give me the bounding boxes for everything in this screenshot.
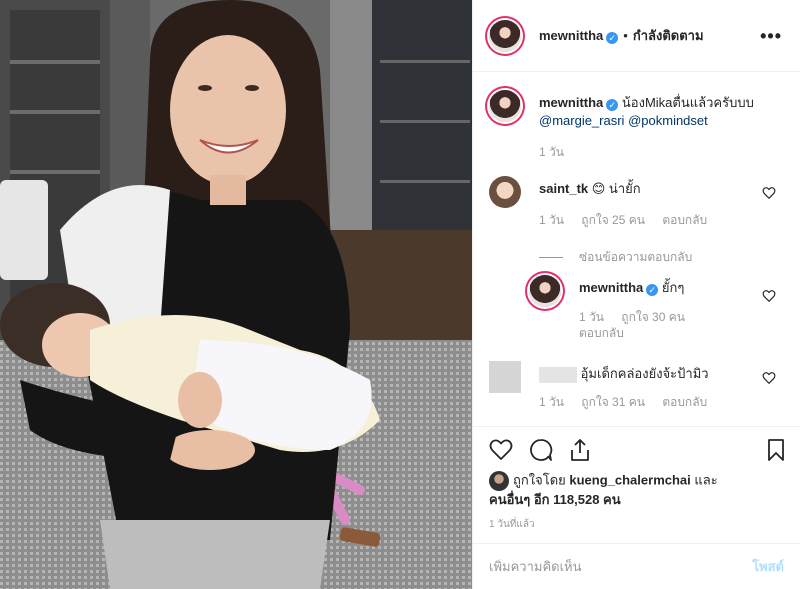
heart-icon[interactable] — [762, 371, 776, 385]
caption-username[interactable]: mewnittha — [539, 95, 603, 110]
post-actions: ถูกใจโดย kueng_chalermchai และ คนอื่นๆ อ… — [473, 426, 800, 544]
more-icon[interactable]: ••• — [760, 26, 782, 47]
comment-text: อุ้มเด็กคล่องยังจ้ะป้ามิว — [580, 366, 709, 381]
comments-list: mewnittha ✓ น้องMikaตื่นแล้วครับบบ @margi… — [473, 73, 800, 425]
caption-time: 1 วัน — [539, 145, 564, 159]
comment-time: 1 วัน — [539, 395, 564, 409]
heart-icon[interactable] — [762, 289, 776, 303]
follow-status-button[interactable]: กำลังติดตาม — [633, 28, 704, 43]
caption-avatar[interactable] — [489, 90, 521, 122]
reply-text: ยั้กๆ — [661, 280, 685, 295]
comment-text: 😊 น่ายั้ก — [591, 181, 641, 196]
reply-username[interactable]: mewnittha — [579, 280, 643, 295]
commenter-avatar-hidden[interactable] — [489, 361, 521, 393]
likes-and: และ — [694, 472, 718, 488]
mention-link[interactable]: @margie_rasri — [539, 113, 624, 128]
comment-likes[interactable]: ถูกใจ 31 คน — [581, 395, 645, 409]
comment-item: saint_tk 😊 น่ายั้ก 1 วัน ถูกใจ 25 คน ตอบ… — [489, 176, 784, 236]
likes-prefix: ถูกใจโดย — [513, 472, 566, 488]
reply-likes[interactable]: ถูกใจ 30 คน — [621, 310, 685, 324]
reply-button[interactable]: ตอบกลับ — [662, 213, 707, 227]
add-comment-bar: โพสต์ — [473, 543, 800, 589]
reply-avatar[interactable] — [529, 275, 561, 307]
post-header: mewnittha ✓ • กำลังติดตาม ••• — [473, 0, 800, 72]
caption-meta: 1 วัน — [539, 143, 578, 162]
comment-meta: 1 วัน ถูกใจ 25 คน ตอบกลับ — [539, 211, 721, 230]
verified-icon: ✓ — [606, 32, 619, 44]
comment-body: saint_tk 😊 น่ายั้ก — [539, 180, 760, 198]
verified-icon: ✓ — [606, 99, 619, 111]
comment-time: 1 วัน — [539, 213, 564, 227]
reply-time: 1 วัน — [579, 310, 604, 324]
caption: mewnittha ✓ น้องMikaตื่นแล้วครับบบ @margi… — [489, 90, 784, 180]
caption-body: mewnittha ✓ น้องMikaตื่นแล้วครับบบ @margi… — [539, 94, 760, 130]
mention-link[interactable]: @pokmindset — [628, 113, 708, 128]
comment-icon[interactable] — [529, 438, 553, 462]
separator-dot: • — [623, 28, 628, 43]
reply-button[interactable]: ตอบกลับ — [662, 395, 707, 409]
post-comment-button[interactable]: โพสต์ — [752, 556, 784, 577]
commenter-avatar[interactable] — [489, 176, 521, 208]
post-side-panel: mewnittha ✓ • กำลังติดตาม ••• mewnittha ✓ น้… — [472, 0, 800, 589]
author-avatar[interactable] — [489, 19, 521, 52]
liker-username[interactable]: kueng_chalermchai — [569, 472, 690, 487]
post-timestamp: 1 วันที่แล้ว — [489, 519, 535, 530]
heart-icon[interactable] — [762, 186, 776, 200]
post-photo — [0, 0, 472, 589]
comment-item: อุ้มเด็กคล่องยังจ้ะป้ามิว 1 วัน ถูกใจ 31… — [489, 361, 784, 421]
comment-body: อุ้มเด็กคล่องยังจ้ะป้ามิว — [539, 365, 760, 383]
caption-text: น้องMikaตื่นแล้วครับบบ — [621, 95, 754, 110]
reply-meta: 1 วัน ถูกใจ 30 คน ตอบกลับ — [579, 309, 699, 341]
comment-username[interactable]: saint_tk — [539, 181, 588, 196]
hide-replies-label: ซ่อนข้อความตอบกลับ — [579, 250, 693, 264]
reply-body: mewnittha ✓ ยั้กๆ — [579, 279, 760, 297]
verified-icon: ✓ — [646, 284, 659, 296]
header-text: mewnittha ✓ • กำลังติดตาม — [539, 25, 704, 46]
reply-item: mewnittha ✓ ยั้กๆ 1 วัน ถูกใจ 30 คน ตอบกล… — [529, 275, 784, 345]
likes-others[interactable]: คนอื่นๆ อีก 118,528 คน — [489, 492, 621, 507]
reply-button[interactable]: ตอบกลับ — [579, 326, 624, 340]
comment-meta: 1 วัน ถูกใจ 31 คน ตอบกลับ — [539, 393, 721, 412]
share-icon[interactable] — [568, 438, 592, 462]
heart-icon[interactable] — [489, 438, 513, 462]
blurred-username — [539, 366, 577, 383]
author-username[interactable]: mewnittha — [539, 28, 603, 43]
hide-replies-toggle[interactable]: ซ่อนข้อความตอบกลับ — [539, 248, 692, 267]
bookmark-icon[interactable] — [764, 438, 788, 462]
comment-likes[interactable]: ถูกใจ 25 คน — [581, 213, 645, 227]
liker-avatar[interactable] — [489, 471, 509, 491]
comment-input[interactable] — [489, 559, 753, 574]
likes-summary: ถูกใจโดย kueng_chalermchai และ คนอื่นๆ อ… — [489, 471, 784, 509]
replies-divider — [539, 257, 563, 259]
